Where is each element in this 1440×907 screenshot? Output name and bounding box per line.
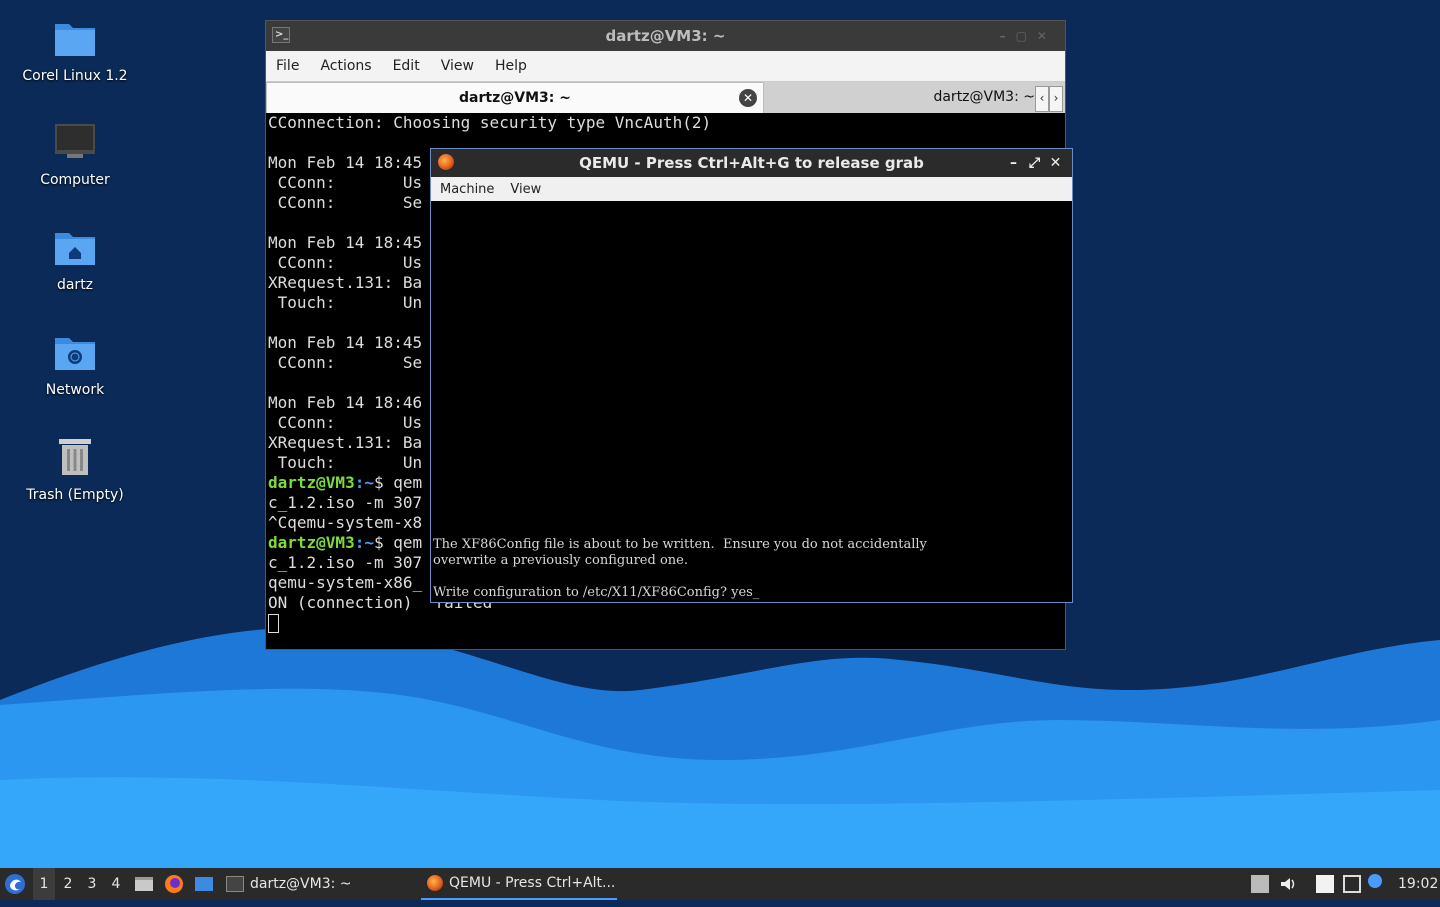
app-menu-button[interactable] (4, 868, 28, 900)
menu-edit[interactable]: Edit (393, 58, 420, 74)
tab-inactive[interactable]: dartz@VM3: ~ (764, 82, 1065, 114)
workspace-2[interactable]: 2 (57, 868, 79, 900)
volume-icon[interactable] (1279, 875, 1297, 893)
firefox-icon (165, 875, 183, 893)
desktop-icon-corel-linux[interactable]: Corel Linux 1.2 (0, 18, 150, 84)
terminal-cursor (266, 613, 1065, 633)
folder-icon (53, 18, 97, 62)
computer-icon (53, 122, 97, 166)
workspace-4[interactable]: 4 (105, 868, 127, 900)
tray-updates-icon[interactable] (1251, 875, 1269, 893)
guest-text-line: Write configuration to /etc/X11/XF86Conf… (433, 585, 760, 600)
firefox-launcher[interactable] (164, 868, 186, 900)
clock[interactable]: 19:02 (1398, 868, 1438, 900)
qemu-titlebar[interactable]: QEMU - Press Ctrl+Alt+G to release grab … (431, 149, 1072, 177)
notification-icon[interactable] (1368, 874, 1382, 888)
trash-icon (53, 437, 97, 481)
desktop-icon-trash[interactable]: Trash (Empty) (0, 437, 150, 503)
terminal-title: dartz@VM3: ~ (605, 27, 726, 45)
qemu-menu-view[interactable]: View (510, 182, 541, 197)
taskbar: 1 2 3 4 dartz@VM3: ~ QEMU - Press Ctrl+A… (0, 868, 1440, 900)
start-menu-icon (5, 874, 25, 894)
desktop-icon (195, 877, 213, 891)
clipboard-icon[interactable] (1316, 875, 1334, 893)
terminal-titlebar[interactable]: >_ dartz@VM3: ~ –▢✕ (266, 21, 1065, 51)
tab-close-icon[interactable]: ✕ (739, 89, 757, 107)
desktop-icon-computer[interactable]: Computer (0, 122, 150, 188)
show-desktop-launcher[interactable] (194, 868, 216, 900)
maximize-icon[interactable]: ⤢ (1024, 149, 1045, 177)
desktop-icon-home[interactable]: dartz (0, 227, 150, 293)
desktop-icon-network[interactable]: Network (0, 332, 150, 398)
guest-text-line: The XF86Config file is about to be writt… (433, 537, 927, 552)
tab-scroll-left-icon[interactable]: ‹ (1035, 86, 1049, 112)
network-folder-icon (53, 332, 97, 376)
workspace-3[interactable]: 3 (81, 868, 103, 900)
qemu-menu-machine[interactable]: Machine (440, 182, 494, 197)
menu-file[interactable]: File (276, 58, 299, 74)
qemu-app-icon (438, 154, 454, 170)
qemu-window[interactable]: QEMU - Press Ctrl+Alt+G to release grab … (430, 148, 1073, 603)
tab-active[interactable]: dartz@VM3: ~ ✕ (266, 82, 764, 114)
terminal-app-icon: >_ (272, 27, 290, 43)
guest-text-line: overwrite a previously configured one. (433, 553, 688, 568)
tab-scroll-right-icon[interactable]: › (1049, 86, 1063, 112)
close-icon[interactable]: ✕ (1045, 149, 1066, 177)
terminal-menubar: File Actions Edit View Help (266, 51, 1065, 82)
minimize-icon[interactable]: – (1003, 149, 1024, 177)
terminal-tabbar: dartz@VM3: ~ ✕ dartz@VM3: ~ ‹ › (266, 82, 1065, 114)
workspace-1[interactable]: 1 (33, 868, 55, 900)
menu-view[interactable]: View (441, 58, 474, 74)
qemu-guest-screen[interactable]: The XF86Config file is about to be writt… (431, 201, 1072, 602)
qemu-menubar: Machine View (431, 177, 1072, 201)
home-folder-icon (53, 227, 97, 271)
menu-help[interactable]: Help (495, 58, 527, 74)
taskbar-app-terminal[interactable]: dartz@VM3: ~ (226, 868, 416, 900)
file-manager-launcher[interactable] (134, 868, 156, 900)
network-status-icon[interactable] (1343, 875, 1361, 893)
taskbar-app-qemu[interactable]: QEMU - Press Ctrl+Alt... (421, 868, 617, 900)
qemu-window-controls: – ⤢ ✕ (1003, 149, 1066, 177)
qemu-icon (427, 875, 443, 891)
terminal-line: CConnection: Choosing security type VncA… (268, 113, 712, 132)
terminal-icon (226, 876, 244, 892)
terminal-window-controls[interactable]: –▢✕ (1000, 21, 1057, 51)
menu-actions[interactable]: Actions (320, 58, 371, 74)
qemu-title: QEMU - Press Ctrl+Alt+G to release grab (579, 154, 924, 172)
tab-scroll-buttons: ‹ › (1035, 86, 1063, 112)
file-manager-icon (135, 877, 153, 891)
